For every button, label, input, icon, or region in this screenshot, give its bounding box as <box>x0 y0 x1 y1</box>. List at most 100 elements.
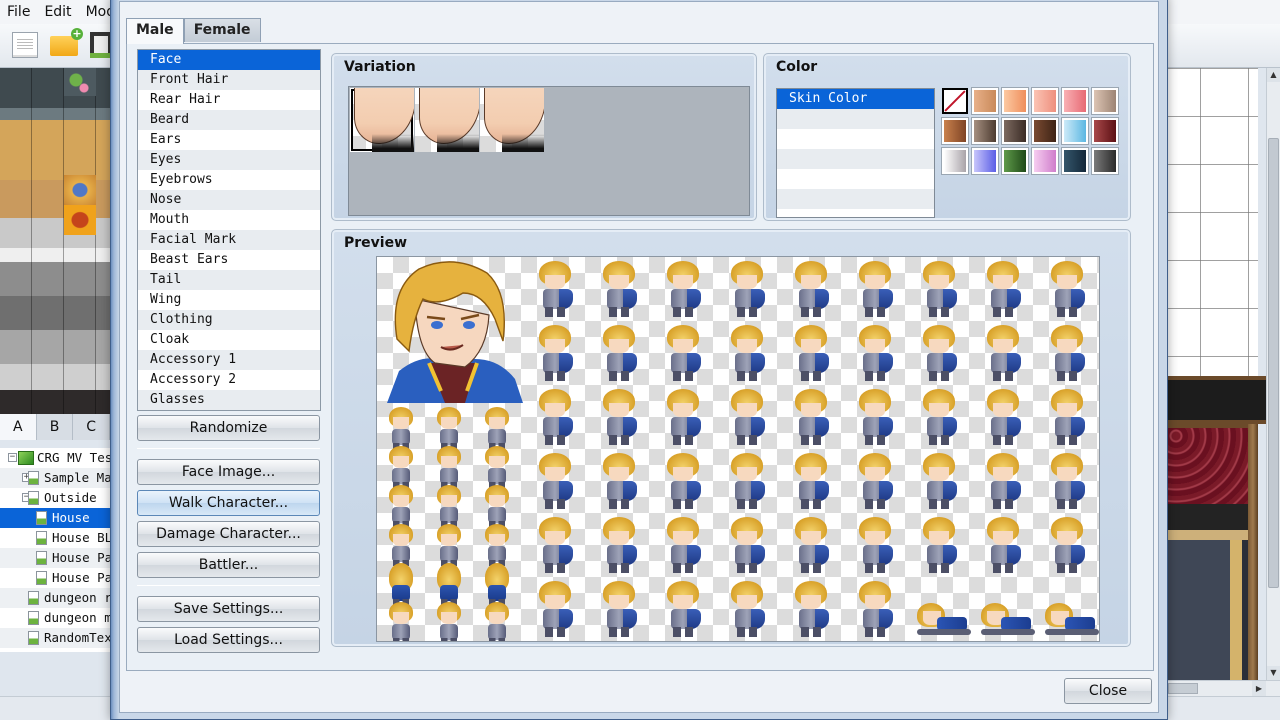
parts-list-item[interactable]: Tail <box>138 270 320 290</box>
save-settings-button[interactable]: Save Settings... <box>137 596 320 622</box>
save-project-icon[interactable] <box>90 32 112 58</box>
sprite-legs <box>1057 563 1077 573</box>
color-swatch-tan[interactable] <box>972 88 998 114</box>
scroll-up-icon[interactable]: ▲ <box>1267 68 1280 82</box>
sprite-face <box>865 275 885 289</box>
variation-thumbnail[interactable] <box>480 88 544 152</box>
palette-tab-b[interactable]: B <box>36 414 74 440</box>
palette-tab-c[interactable]: C <box>73 414 111 440</box>
sprite-face <box>489 612 505 624</box>
color-swatch-light-pink[interactable] <box>1032 88 1058 114</box>
color-swatch-orchid[interactable] <box>1032 148 1058 174</box>
map-horizontal-scrollbar[interactable]: ▶ <box>1168 680 1280 696</box>
parts-list-item[interactable]: Beard <box>138 110 320 130</box>
scroll-thumb[interactable] <box>1168 683 1198 694</box>
close-button[interactable]: Close <box>1064 678 1152 704</box>
map-vertical-scrollbar[interactable]: ▲ ▼ <box>1266 68 1280 684</box>
sprite-legs <box>673 499 693 509</box>
map-tree-item[interactable]: House BLA <box>0 528 110 548</box>
scroll-thumb[interactable] <box>1268 138 1279 588</box>
sprite-legs <box>929 435 949 445</box>
tile[interactable] <box>64 68 96 96</box>
color-layer-item <box>777 169 934 189</box>
scroll-right-icon[interactable]: ▶ <box>1252 681 1266 696</box>
tab-female[interactable]: Female <box>183 18 261 42</box>
parts-list-item[interactable]: Clothing <box>138 310 320 330</box>
no-color-swatch[interactable] <box>942 88 968 114</box>
parts-list-item[interactable]: Facial Mark <box>138 230 320 250</box>
walk-sprite <box>477 600 517 641</box>
parts-list-item[interactable]: Rear Hair <box>138 90 320 110</box>
parts-list-item[interactable]: Ears <box>138 130 320 150</box>
randomize-button[interactable]: Randomize <box>137 415 320 441</box>
color-swatch-brown[interactable] <box>942 118 968 144</box>
map-tree-item[interactable]: House Pa <box>0 548 110 568</box>
color-swatch-charcoal[interactable] <box>1092 148 1118 174</box>
tab-male[interactable]: Male <box>126 18 184 44</box>
color-swatch-green[interactable] <box>1002 148 1028 174</box>
parts-list-item[interactable]: Eyebrows <box>138 170 320 190</box>
collapse-icon[interactable]: − <box>8 453 17 462</box>
color-swatch-pink[interactable] <box>1062 88 1088 114</box>
sprite-cape <box>815 289 829 309</box>
parts-list-item[interactable]: Face <box>138 50 320 70</box>
color-swatch-white[interactable] <box>942 148 968 174</box>
color-layer-list[interactable]: Skin Color <box>776 88 935 218</box>
sprite-face <box>865 531 885 545</box>
color-swatch-crimson[interactable] <box>1092 118 1118 144</box>
menu-edit[interactable]: Edit <box>37 4 78 20</box>
new-project-icon[interactable] <box>12 32 38 58</box>
sprite-cape <box>559 481 573 501</box>
palette-tabs: A B C <box>0 414 111 440</box>
parts-list[interactable]: Face Front Hair Rear Hair Beard Ears Eyes Eyeb… <box>137 49 321 411</box>
color-swatch-navy[interactable] <box>1062 148 1088 174</box>
parts-list-item[interactable]: Accessory 1 <box>138 350 320 370</box>
parts-list-item[interactable]: Accessory 2 <box>138 370 320 390</box>
battler-sprite <box>595 323 641 383</box>
color-swatch-peach[interactable] <box>1002 88 1028 114</box>
color-swatch-dark-brown[interactable] <box>1032 118 1058 144</box>
face-image-button[interactable]: Face Image... <box>137 459 320 485</box>
parts-list-item[interactable]: Wing <box>138 290 320 310</box>
parts-list-item[interactable]: Mouth <box>138 210 320 230</box>
variation-thumbnail[interactable] <box>415 88 479 152</box>
tile[interactable] <box>64 205 96 235</box>
map-tree-item[interactable]: dungeon ma <box>0 608 110 628</box>
map-tree-item[interactable]: House <box>0 508 110 528</box>
map-tree-item[interactable]: − Outside <box>0 488 110 508</box>
color-swatch-dark-gray-brown[interactable] <box>1002 118 1028 144</box>
map-tree-item[interactable]: dungeon ro <box>0 588 110 608</box>
map-tree-item[interactable]: House Pa <box>0 568 110 588</box>
map-tree-item[interactable]: RandomText <box>0 628 110 648</box>
color-swatch-gray-brown[interactable] <box>972 118 998 144</box>
walk-character-button[interactable]: Walk Character... <box>137 490 320 516</box>
open-project-icon[interactable] <box>50 28 83 56</box>
sprite-cape <box>623 417 637 437</box>
scroll-down-icon[interactable]: ▼ <box>1267 666 1280 680</box>
parts-list-item[interactable]: Front Hair <box>138 70 320 90</box>
parts-list-item[interactable]: Cloak <box>138 330 320 350</box>
map-tree-item[interactable]: +Sample Map <box>0 468 110 488</box>
parts-list-item[interactable]: Nose <box>138 190 320 210</box>
sprite-face <box>865 403 885 417</box>
color-swatch-light-blue[interactable] <box>1062 118 1088 144</box>
color-layer-item[interactable]: Skin Color <box>777 89 934 109</box>
map-canvas[interactable] <box>1168 68 1280 700</box>
sprite-face <box>441 495 457 507</box>
color-swatch-blue-violet[interactable] <box>972 148 998 174</box>
parts-list-item[interactable]: Beast Ears <box>138 250 320 270</box>
variation-thumbnail[interactable] <box>350 88 414 152</box>
tile[interactable] <box>64 175 96 205</box>
tileset-palette[interactable] <box>0 68 110 414</box>
battler-sprite <box>979 451 1025 511</box>
map-tree-item[interactable]: − CRG MV Test <box>0 448 110 468</box>
load-settings-button[interactable]: Load Settings... <box>137 627 320 653</box>
color-swatch-beige[interactable] <box>1092 88 1118 114</box>
damage-character-button[interactable]: Damage Character... <box>137 521 320 547</box>
battler-button[interactable]: Battler... <box>137 552 320 578</box>
parts-list-item[interactable]: Glasses <box>138 390 320 410</box>
palette-tab-a[interactable]: A <box>0 414 37 440</box>
parts-list-item[interactable]: Eyes <box>138 150 320 170</box>
menu-file[interactable]: File <box>0 4 37 20</box>
battler-sprite <box>723 387 769 447</box>
